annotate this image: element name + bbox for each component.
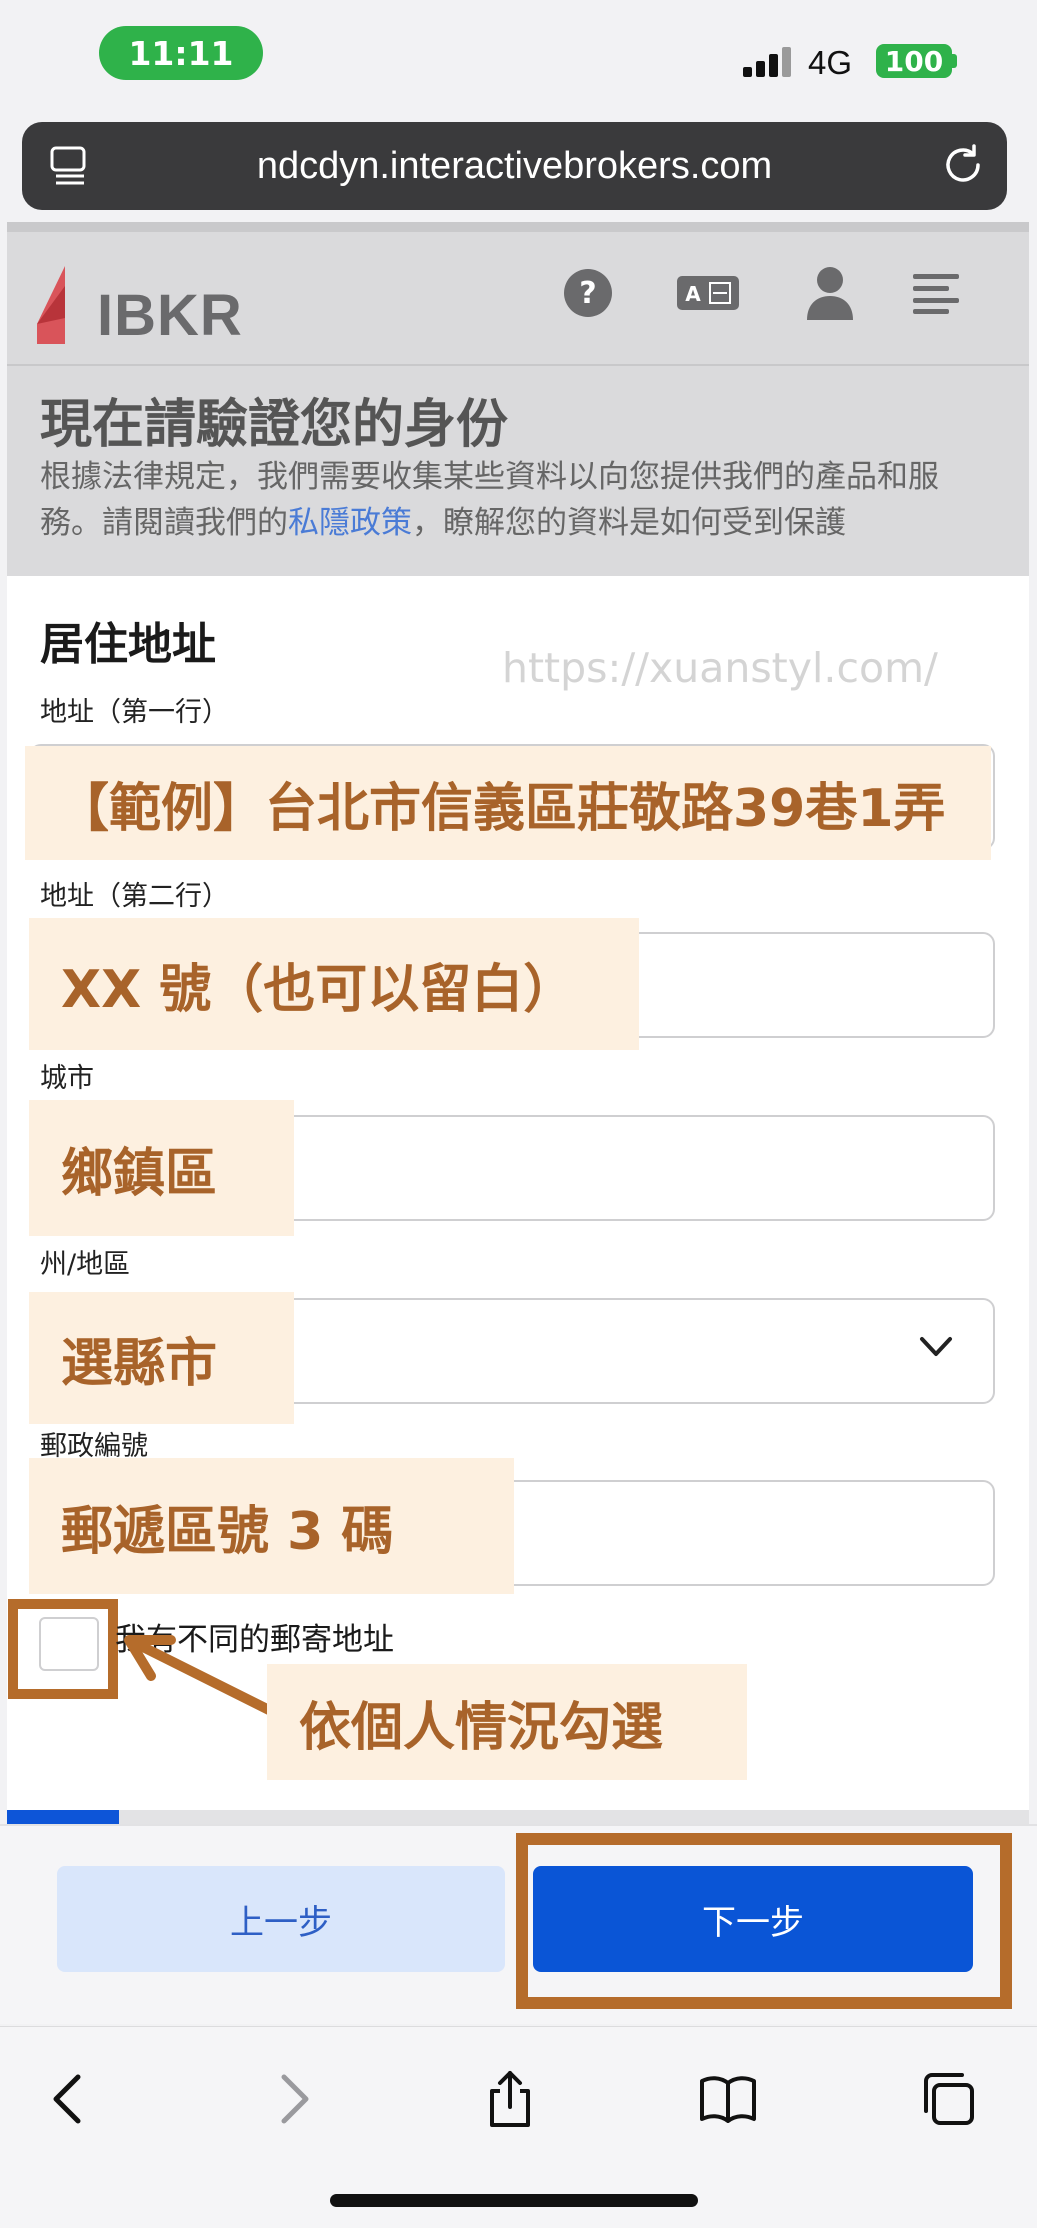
action-bar: 上一步 下一步	[0, 1824, 1037, 2024]
help-icon[interactable]: ?	[563, 268, 613, 318]
battery-level: 100	[876, 44, 952, 78]
tabs-icon[interactable]	[918, 2069, 978, 2129]
page-description: 根據法律規定，我們需要收集某些資料以向您提供我們的產品和服務。請閱讀我們的私隱政…	[40, 454, 1000, 546]
network-type: 4G	[808, 44, 853, 81]
language-icon[interactable]: A	[677, 276, 739, 310]
page-settings-icon[interactable]	[48, 144, 92, 188]
bookmarks-icon[interactable]	[698, 2069, 758, 2129]
address-line1-note: 【範例】台北市信義區莊敬路39巷1弄	[25, 746, 991, 860]
battery-tip	[952, 54, 957, 68]
checkbox-note: 依個人情況勾選	[267, 1664, 747, 1780]
site-header: IBKR ? A 現在請驗證您的身份 根據法律規定，我們需要收集某些資料以向您提…	[7, 222, 1029, 576]
city-label: 城市	[40, 1063, 94, 1094]
status-time: 11:11	[99, 26, 263, 80]
chevron-down-icon	[920, 1337, 952, 1356]
signal-icon	[743, 47, 791, 77]
progress-fill	[7, 1810, 119, 1824]
privacy-policy-link[interactable]: 私隱政策	[288, 505, 412, 541]
svg-text:?: ?	[579, 276, 596, 311]
address-bar[interactable]: ndcdyn.interactivebrokers.com	[22, 122, 1007, 210]
address-line2-note: XX 號（也可以留白）	[29, 918, 639, 1050]
state-note: 選縣市	[29, 1292, 294, 1424]
checkbox-highlight	[8, 1599, 118, 1699]
previous-step-button[interactable]: 上一步	[57, 1866, 505, 1972]
menu-icon[interactable]	[913, 274, 959, 314]
share-icon[interactable]	[480, 2069, 540, 2129]
forward-icon[interactable]	[262, 2069, 322, 2129]
postal-note: 郵遞區號 3 碼	[29, 1458, 514, 1594]
address-line1-label: 地址（第一行）	[40, 697, 229, 728]
home-indicator	[330, 2194, 698, 2207]
page-title: 現在請驗證您的身份	[40, 395, 509, 455]
svg-text:A: A	[685, 282, 701, 306]
progress-bar	[7, 1810, 1029, 1824]
arrow-icon	[124, 1635, 285, 1721]
url-text[interactable]: ndcdyn.interactivebrokers.com	[22, 122, 1007, 210]
state-label: 州/地區	[40, 1249, 131, 1280]
city-note: 鄉鎮區	[29, 1100, 294, 1236]
ibkr-logo-icon	[37, 266, 65, 344]
logo-text: IBKR	[97, 283, 243, 348]
description-text-end: ，瞭解您的資料是如何受到保護	[412, 505, 846, 541]
section-title: 居住地址	[40, 619, 216, 670]
next-button-highlight	[516, 1833, 1012, 2009]
web-page: IBKR ? A 現在請驗證您的身份 根據法律規定，我們需要收集某些資料以向您提…	[7, 222, 1029, 1824]
watermark: https://xuanstyl.com/	[502, 644, 938, 692]
reload-icon[interactable]	[940, 142, 986, 188]
back-icon[interactable]	[40, 2069, 100, 2129]
header-divider	[7, 364, 1029, 366]
address-line2-label: 地址（第二行）	[40, 881, 229, 912]
user-icon[interactable]	[807, 266, 853, 320]
